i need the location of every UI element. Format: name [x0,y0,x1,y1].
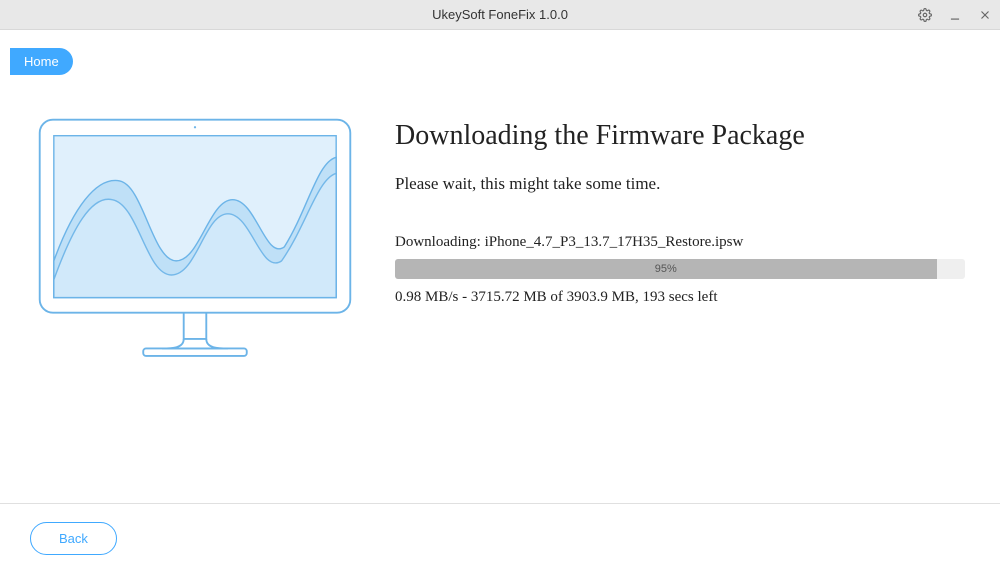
main-content: Downloading the Firmware Package Please … [0,30,1000,504]
close-icon [978,8,992,22]
download-file-label: Downloading: iPhone_4.7_P3_13.7_17H35_Re… [395,234,965,251]
app-title: UkeySoft FoneFix 1.0.0 [432,7,568,22]
progress-fill: 95% [395,259,937,279]
minimize-icon [948,8,962,22]
monitor-illustration-icon [35,115,355,369]
download-subtitle: Please wait, this might take some time. [395,174,965,194]
settings-button[interactable] [910,0,940,30]
download-heading: Downloading the Firmware Package [395,120,965,152]
home-button[interactable]: Home [10,48,73,75]
close-button[interactable] [970,0,1000,30]
progress-bar: 95% [395,259,965,279]
window-controls [910,0,1000,29]
gear-icon [918,8,932,22]
download-section: Downloading the Firmware Package Please … [395,110,965,483]
footer: Back [0,504,1000,572]
titlebar: UkeySoft FoneFix 1.0.0 [0,0,1000,30]
illustration [35,110,355,483]
back-button[interactable]: Back [30,522,117,555]
minimize-button[interactable] [940,0,970,30]
download-stats: 0.98 MB/s - 3715.72 MB of 3903.9 MB, 193… [395,289,965,306]
